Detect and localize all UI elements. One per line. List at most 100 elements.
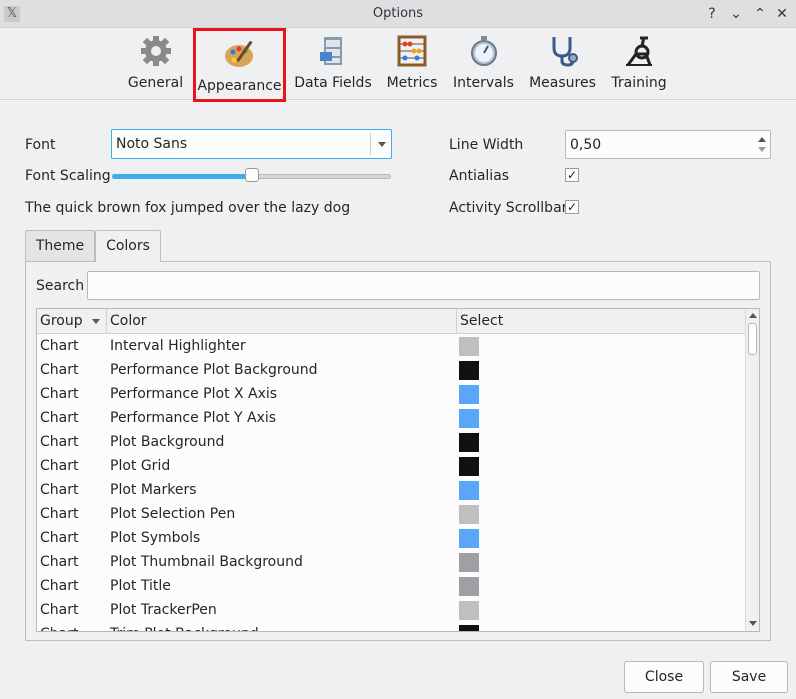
activity-scrollbar-checkbox[interactable]: ✓ [565, 200, 579, 214]
color-swatch-button[interactable] [459, 337, 479, 356]
table-row[interactable]: Chart Plot Grid [37, 455, 746, 479]
color-swatch-button[interactable] [459, 553, 479, 572]
color-swatch-button[interactable] [459, 433, 479, 452]
search-input[interactable] [87, 271, 760, 300]
toolbar-measures-label: Measures [529, 75, 596, 91]
row-group: Chart [40, 362, 79, 378]
toolbar-data-fields-label: Data Fields [294, 75, 372, 91]
toolbar-appearance[interactable]: Appearance [193, 28, 286, 102]
column-header-color[interactable]: Color [107, 309, 457, 333]
row-group: Chart [40, 602, 79, 618]
row-group: Chart [40, 338, 79, 354]
row-color-name: Interval Highlighter [110, 338, 246, 354]
row-group: Chart [40, 386, 79, 402]
table-row[interactable]: Chart Plot Markers [37, 479, 746, 503]
font-scaling-slider-handle[interactable] [245, 168, 259, 182]
table-scrollbar[interactable] [745, 309, 759, 631]
toolbar-intervals[interactable]: Intervals [451, 32, 516, 96]
table-row[interactable]: Chart Performance Plot Background [37, 359, 746, 383]
table-row[interactable]: Chart Performance Plot X Axis [37, 383, 746, 407]
spin-up-icon[interactable] [758, 137, 766, 142]
tab-colors[interactable]: Colors [95, 230, 161, 262]
toolbar-general[interactable]: General [125, 32, 186, 96]
sort-descending-icon [92, 319, 100, 324]
save-button[interactable]: Save [710, 661, 788, 693]
minimize-button[interactable]: ⌄ [726, 4, 746, 24]
colors-table: Group Color Select Chart Interval Highlig… [36, 308, 760, 632]
column-header-select[interactable]: Select [457, 309, 746, 333]
table-row[interactable]: Chart Interval Highlighter [37, 335, 746, 359]
close-window-button[interactable]: ✕ [772, 4, 792, 24]
search-label: Search [36, 278, 85, 294]
color-swatch-button[interactable] [459, 601, 479, 620]
line-width-value: 0,50 [570, 137, 602, 153]
stethoscope-icon [552, 37, 578, 67]
font-combobox[interactable]: Noto Sans [111, 129, 392, 159]
toolbar-training[interactable]: Training [608, 32, 670, 96]
row-group: Chart [40, 482, 79, 498]
stopwatch-icon [470, 36, 497, 66]
scroll-down-icon[interactable] [749, 621, 757, 626]
line-width-label: Line Width [449, 137, 524, 153]
color-swatch-button[interactable] [459, 481, 479, 500]
cabinet-icon [320, 37, 342, 65]
table-body: Chart Interval Highlighter Chart Performanc… [37, 335, 746, 631]
table-row[interactable]: Chart Plot Background [37, 431, 746, 455]
row-color-name: Plot Selection Pen [110, 506, 236, 522]
table-row[interactable]: Chart Plot Thumbnail Background [37, 551, 746, 575]
help-button[interactable]: ? [702, 4, 722, 24]
scroll-up-icon[interactable] [749, 313, 757, 318]
row-color-name: Plot Markers [110, 482, 197, 498]
maximize-button[interactable]: ⌃ [750, 4, 770, 24]
spin-down-icon[interactable] [758, 147, 766, 152]
color-swatch-button[interactable] [459, 529, 479, 548]
antialias-label: Antialias [449, 168, 510, 184]
abacus-icon [397, 35, 427, 67]
row-group: Chart [40, 578, 79, 594]
color-swatch-button[interactable] [459, 577, 479, 596]
color-swatch-button[interactable] [459, 409, 479, 428]
table-row[interactable]: Chart Performance Plot Y Axis [37, 407, 746, 431]
palette-icon [224, 40, 253, 67]
table-row[interactable]: Chart Trim Plot Background [37, 623, 746, 631]
row-group: Chart [40, 506, 79, 522]
font-scaling-slider-fill [112, 174, 252, 179]
color-swatch-button[interactable] [459, 361, 479, 380]
row-color-name: Plot TrackerPen [110, 602, 217, 618]
row-group: Chart [40, 530, 79, 546]
color-swatch-button[interactable] [459, 625, 479, 631]
window-title: Options [372, 6, 424, 21]
row-group: Chart [40, 410, 79, 426]
title-bar: 𝕏 Options ? ⌄ ⌃ ✕ [0, 0, 796, 28]
row-color-name: Performance Plot X Axis [110, 386, 278, 402]
toolbar-data-fields[interactable]: Data Fields [294, 32, 372, 96]
font-value: Noto Sans [116, 136, 188, 152]
font-scaling-label: Font Scaling [25, 168, 111, 184]
column-header-group[interactable]: Group [37, 309, 107, 333]
font-sample-text: The quick brown fox jumped over the lazy… [25, 200, 351, 216]
toolbar-metrics[interactable]: Metrics [383, 32, 441, 96]
close-button[interactable]: Close [624, 661, 704, 693]
toolbar-intervals-label: Intervals [453, 75, 514, 91]
table-row[interactable]: Chart Plot Symbols [37, 527, 746, 551]
font-label: Font [25, 137, 56, 153]
toolbar-measures[interactable]: Measures [527, 32, 598, 96]
table-row[interactable]: Chart Plot Title [37, 575, 746, 599]
table-row[interactable]: Chart Plot TrackerPen [37, 599, 746, 623]
bike-trainer-icon [626, 36, 652, 66]
antialias-checkbox[interactable]: ✓ [565, 168, 579, 182]
gear-icon [140, 36, 171, 66]
tab-theme[interactable]: Theme [25, 230, 95, 261]
scrollbar-thumb[interactable] [748, 323, 757, 355]
line-width-spinbox[interactable]: 0,50 [565, 130, 771, 159]
toolbar-general-label: General [127, 75, 184, 91]
table-row[interactable]: Chart Plot Selection Pen [37, 503, 746, 527]
toolbar-metrics-label: Metrics [386, 75, 438, 91]
color-swatch-button[interactable] [459, 505, 479, 524]
row-group: Chart [40, 554, 79, 570]
color-swatch-button[interactable] [459, 385, 479, 404]
table-header: Group Color Select [37, 309, 746, 334]
color-swatch-button[interactable] [459, 457, 479, 476]
row-color-name: Plot Background [110, 434, 225, 450]
activity-scrollbar-label: Activity Scrollbar [449, 200, 568, 216]
